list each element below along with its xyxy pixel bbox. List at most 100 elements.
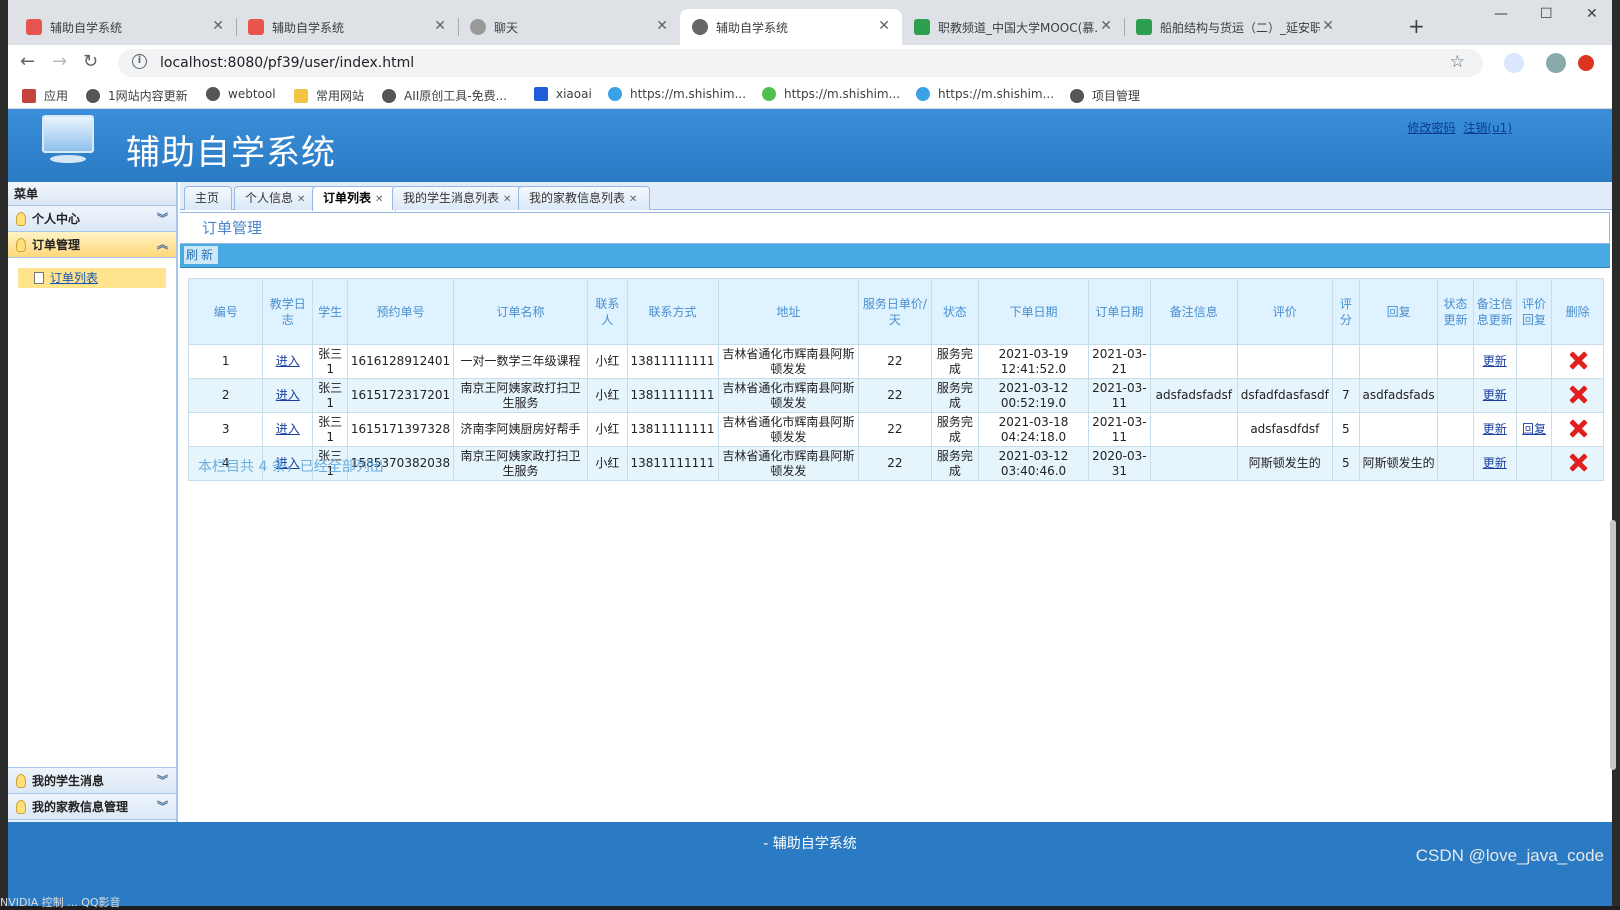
browser-tab-6[interactable]: 船舶结构与货运（二）_延安职... ✕ — [1124, 9, 1346, 45]
bulb-icon — [16, 238, 26, 252]
address-bar[interactable]: i localhost:8080/pf39/user/index.html ☆ — [118, 49, 1483, 77]
close-icon[interactable]: ✕ — [1322, 18, 1334, 34]
browser-tab-4-active[interactable]: 辅助自学系统 ✕ — [680, 9, 902, 45]
sidebar-group-personal[interactable]: 个人中心 ︾ — [8, 206, 176, 232]
cell-status-update — [1437, 446, 1474, 481]
page-scrollbar[interactable] — [1610, 520, 1616, 770]
delete-icon[interactable] — [1569, 385, 1587, 403]
update-remark-link[interactable]: 更新 — [1483, 422, 1507, 436]
cell-status: 服务完成 — [930, 344, 980, 379]
cell-price: 22 — [858, 378, 932, 413]
update-remark-link[interactable]: 更新 — [1483, 388, 1507, 402]
chevron-down-icon[interactable]: ︾ — [157, 768, 168, 794]
browser-tab-2[interactable]: 辅助自学系统 ✕ — [236, 9, 459, 45]
bookmark-label: https://m.shishim... — [938, 87, 1055, 101]
bookmark-star-icon[interactable]: ☆ — [1450, 52, 1465, 72]
column-header: 备注信息 — [1149, 278, 1238, 345]
tab-personal-info[interactable]: 个人信息 ✕ — [234, 186, 319, 210]
cell-order-date: 2020-03-31 — [1087, 446, 1151, 481]
bookmark-label: 应用 — [44, 89, 69, 103]
close-icon[interactable]: ✕ — [503, 194, 511, 205]
url-text[interactable]: localhost:8080/pf39/user/index.html — [160, 55, 414, 71]
close-icon[interactable]: ✕ — [878, 18, 890, 34]
adblock-icon[interactable] — [1578, 55, 1594, 71]
extension-icon[interactable] — [1504, 53, 1524, 73]
bookmark-item[interactable]: https://m.shishim... — [916, 87, 1054, 101]
enter-log-link[interactable]: 进入 — [276, 354, 300, 368]
table-row: 2 进入 张三1 1615172317201 南京王阿姨家政打扫卫生服务 小红 … — [187, 378, 1604, 413]
window-close-icon[interactable]: ✕ — [1586, 6, 1598, 22]
bookmark-label: xiaoai — [556, 87, 592, 101]
cell-address: 吉林省通化市辉南县阿斯顿发发 — [717, 344, 860, 379]
close-icon[interactable]: ✕ — [434, 18, 446, 34]
cell-no: 2 — [187, 378, 264, 413]
sidebar-group-orders[interactable]: 订单管理 ︽ — [8, 232, 176, 258]
minimize-icon[interactable]: — — [1494, 6, 1508, 22]
enter-log-link[interactable]: 进入 — [276, 388, 300, 402]
bookmark-item[interactable]: https://m.shishim... — [762, 87, 900, 101]
chevron-down-icon[interactable]: ︾ — [157, 794, 168, 820]
delete-icon[interactable] — [1569, 453, 1587, 471]
forward-arrow-icon[interactable]: → — [52, 51, 67, 72]
close-icon[interactable]: ✕ — [375, 194, 383, 205]
delete-icon[interactable] — [1569, 419, 1587, 437]
record-summary: 本栏目共 4 条，已经全部列出 — [198, 459, 384, 475]
sidebar-item-order-list[interactable]: 订单列表 — [18, 268, 166, 288]
update-remark-link[interactable]: 更新 — [1483, 354, 1507, 368]
browser-toolbar: ← → ↻ i localhost:8080/pf39/user/index.h… — [8, 45, 1612, 81]
new-tab-icon[interactable]: + — [1408, 14, 1425, 38]
header-links: 修改密码 注销(u1) — [1404, 119, 1512, 136]
delete-icon[interactable] — [1569, 351, 1587, 369]
cell-reply: asdfadsfads — [1358, 378, 1439, 413]
tab-student-messages[interactable]: 我的学生消息列表 ✕ — [392, 186, 525, 210]
sidebar-item-label[interactable]: 订单列表 — [50, 271, 98, 285]
column-header: 订单名称 — [452, 278, 589, 345]
info-icon[interactable]: i — [132, 54, 147, 69]
bookmark-item[interactable]: webtool — [206, 87, 276, 101]
review-reply-link[interactable]: 回复 — [1522, 422, 1546, 436]
bookmark-apps[interactable]: 应用 — [22, 87, 68, 104]
avatar[interactable] — [1546, 53, 1566, 73]
computer-logo-icon — [42, 115, 94, 163]
back-arrow-icon[interactable]: ← — [20, 51, 35, 72]
maximize-icon[interactable]: ☐ — [1540, 6, 1553, 22]
change-password-link[interactable]: 修改密码 — [1408, 121, 1456, 135]
chevron-up-icon[interactable]: ︽ — [157, 232, 168, 258]
column-header: 下单日期 — [978, 278, 1089, 345]
tab-label: 主页 — [195, 191, 220, 205]
logout-link[interactable]: 注销(u1) — [1463, 121, 1512, 135]
sidebar-group-tutor-info[interactable]: 我的家教信息管理 ︾ — [8, 794, 176, 820]
bookmark-item[interactable]: 1网站内容更新 — [86, 87, 188, 104]
enter-log-link[interactable]: 进入 — [276, 422, 300, 436]
close-icon[interactable]: ✕ — [297, 194, 305, 205]
close-icon[interactable]: ✕ — [212, 18, 224, 34]
tab-tutor-info[interactable]: 我的家教信息列表 ✕ — [518, 186, 651, 210]
update-remark-link[interactable]: 更新 — [1483, 456, 1507, 470]
browser-tab-1[interactable]: 辅助自学系统 ✕ — [14, 9, 237, 45]
close-icon[interactable]: ✕ — [1100, 18, 1112, 34]
refresh-button[interactable]: 刷新 — [184, 246, 219, 264]
table-row: 4 进入 张三1 1585370382038 南京王阿姨家政打扫卫生服务 小红 … — [187, 446, 1604, 481]
bookmark-folder[interactable]: 常用网站 — [294, 87, 364, 104]
bookmark-item[interactable]: https://m.shishim... — [608, 87, 746, 101]
chevron-down-icon[interactable]: ︾ — [157, 206, 168, 232]
browser-tab-5[interactable]: 职教频道_中国大学MOOC(慕... ✕ — [902, 9, 1125, 45]
bookmark-item[interactable]: AII原创工具-免费... — [382, 87, 507, 104]
sidebar-group-student-messages[interactable]: 我的学生消息 ︾ — [8, 768, 176, 794]
reload-icon[interactable]: ↻ — [83, 51, 98, 72]
close-icon[interactable]: ✕ — [656, 18, 668, 34]
cell-reply: 阿斯顿发生的 — [1358, 446, 1439, 481]
site-favicon-icon — [26, 19, 42, 35]
tab-home[interactable]: 主页 — [184, 186, 233, 210]
cell-created: 2021-03-12 00:52:19.0 — [978, 378, 1089, 413]
bookmark-item[interactable]: 项目管理 — [1070, 87, 1140, 104]
browser-tab-3[interactable]: 聊天 ✕ — [458, 9, 680, 45]
app-page: 辅助自学系统 修改密码 注销(u1) 菜单 个人中心 ︾ 订单管理 ︽ 订单列表… — [8, 109, 1612, 906]
bookmark-label: https://m.shishim... — [784, 87, 901, 101]
tab-order-list[interactable]: 订单列表 ✕ — [312, 186, 397, 211]
close-icon[interactable]: ✕ — [629, 194, 637, 205]
cell-review: dsfadfdasfasdf — [1236, 378, 1333, 413]
bulb-icon — [16, 212, 26, 226]
bookmark-item[interactable]: xiaoai — [534, 87, 592, 101]
bookmark-label: 项目管理 — [1092, 89, 1141, 103]
